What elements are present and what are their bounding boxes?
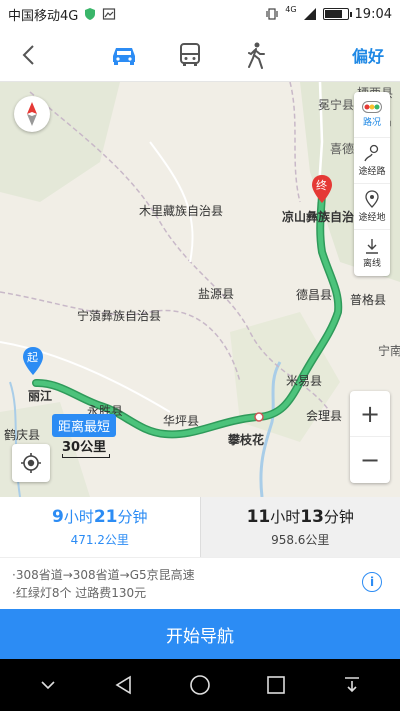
route-extra: ·红绿灯8个 过路费130元 (12, 586, 147, 600)
download-icon (366, 238, 378, 254)
route-mode-bar: 偏好 (0, 28, 400, 82)
via-road-label: 途经路 (358, 167, 386, 177)
place-label: 宁蒗彝族自治县 (77, 309, 162, 323)
via-place-button[interactable]: 途经地 (354, 184, 390, 230)
image-icon (103, 8, 116, 20)
clock: 19:04 (354, 6, 392, 22)
route-distance: 958.6公里 (271, 533, 330, 547)
route-option-2[interactable]: 11小时13分钟 958.6公里 (199, 497, 400, 557)
place-label: 冕宁县 (318, 98, 355, 112)
zoom-out-button[interactable]: − (350, 437, 390, 483)
circle-home-icon (190, 675, 210, 695)
back-button[interactable] (0, 28, 56, 82)
zoom-control: + − (350, 391, 390, 483)
compass-button[interactable] (14, 96, 50, 132)
offline-button[interactable]: 离线 (354, 230, 390, 276)
start-navigation-button[interactable]: 开始导航 (0, 609, 400, 659)
via-place-label: 途经地 (358, 213, 386, 223)
place-label: 宁南 (378, 344, 400, 358)
place-label: 会理县 (306, 409, 343, 423)
locate-icon (21, 453, 41, 473)
place-label: 攀枝花 (228, 433, 265, 447)
offline-label: 离线 (362, 258, 381, 269)
vibrate-icon (266, 8, 278, 20)
chevron-left-icon (22, 44, 34, 65)
system-nav-bar (0, 659, 400, 711)
via-road-icon (364, 144, 379, 162)
zoom-in-button[interactable]: + (350, 391, 390, 437)
place-label: 米易县 (286, 374, 323, 388)
traffic-light-icon (362, 101, 382, 113)
network-type: 4G (285, 4, 297, 14)
via-road-button[interactable]: 途经路 (354, 138, 390, 184)
carrier-text: 中国移动4G (8, 8, 79, 24)
route-time: 11小时13分钟 (246, 507, 354, 527)
route-roads: ·308省道→308省道→G5京昆高速 (12, 568, 195, 582)
place-label: 丽江 (28, 389, 53, 403)
pull-down-icon (345, 677, 359, 693)
hide-nav-button[interactable] (33, 670, 63, 700)
triangle-back-icon (115, 675, 131, 695)
map-scale-text: 30公里 (62, 440, 107, 455)
place-label: 德昌县 (296, 288, 333, 302)
mode-bus-button[interactable] (172, 37, 208, 73)
traffic-label: 路况 (362, 118, 381, 128)
route-option-1[interactable]: 9小时21分钟 471.2公里 (0, 497, 200, 557)
route-time: 9小时21分钟 (51, 507, 148, 527)
walk-icon (248, 42, 265, 69)
place-label: 凉山彝族自治 (282, 210, 355, 224)
route-detail: ·308省道→308省道→G5京昆高速 ·红绿灯8个 过路费130元 i (0, 557, 400, 609)
mode-walk-button[interactable] (238, 37, 274, 73)
status-bar: 中国移动4G 4G 19:04 (0, 0, 400, 28)
place-label: 普格县 (350, 293, 387, 307)
end-marker-label: 终 (316, 179, 327, 192)
bus-icon (180, 42, 200, 66)
car-icon (113, 47, 135, 65)
map-scale-bar (62, 454, 110, 458)
via-place-icon (365, 190, 379, 208)
place-label: 木里藏族自治县 (139, 204, 224, 218)
start-marker-label: 起 (27, 351, 38, 364)
system-download-button[interactable] (337, 670, 367, 700)
route-distance: 471.2公里 (70, 533, 129, 547)
route-options: 9小时21分钟 471.2公里 11小时13分钟 958.6公里 (0, 497, 400, 557)
start-marker[interactable]: 起 (22, 346, 44, 376)
compass-icon (27, 102, 37, 126)
preference-button[interactable]: 偏好 (352, 43, 384, 67)
place-label: 喜德 (330, 142, 355, 156)
system-recents-button[interactable] (261, 670, 291, 700)
info-icon[interactable]: i (362, 572, 382, 592)
mode-car-button[interactable] (106, 37, 142, 73)
signal-icon (303, 8, 316, 20)
place-label: 鹤庆县 (4, 428, 41, 442)
map-tools-panel: 路况 途经路 途经地 离线 (354, 92, 390, 276)
system-back-button[interactable] (109, 670, 139, 700)
end-marker[interactable]: 终 (311, 174, 333, 204)
system-home-button[interactable] (185, 670, 215, 700)
battery-icon (322, 8, 352, 20)
chevron-down-icon (41, 681, 55, 690)
traffic-button[interactable]: 路况 (354, 92, 390, 138)
square-recents-icon (267, 676, 285, 694)
place-label: 盐源县 (198, 287, 235, 301)
place-label: 华坪县 (163, 414, 200, 428)
map-view[interactable]: 栖西县 冕宁县 西昌 喜德 木里藏族自治县 凉山彝族自治 盐源县 德昌县 普格县… (0, 82, 400, 497)
locate-button[interactable] (12, 444, 50, 482)
shield-icon (85, 8, 96, 20)
route-tag: 距离最短 (52, 414, 117, 437)
